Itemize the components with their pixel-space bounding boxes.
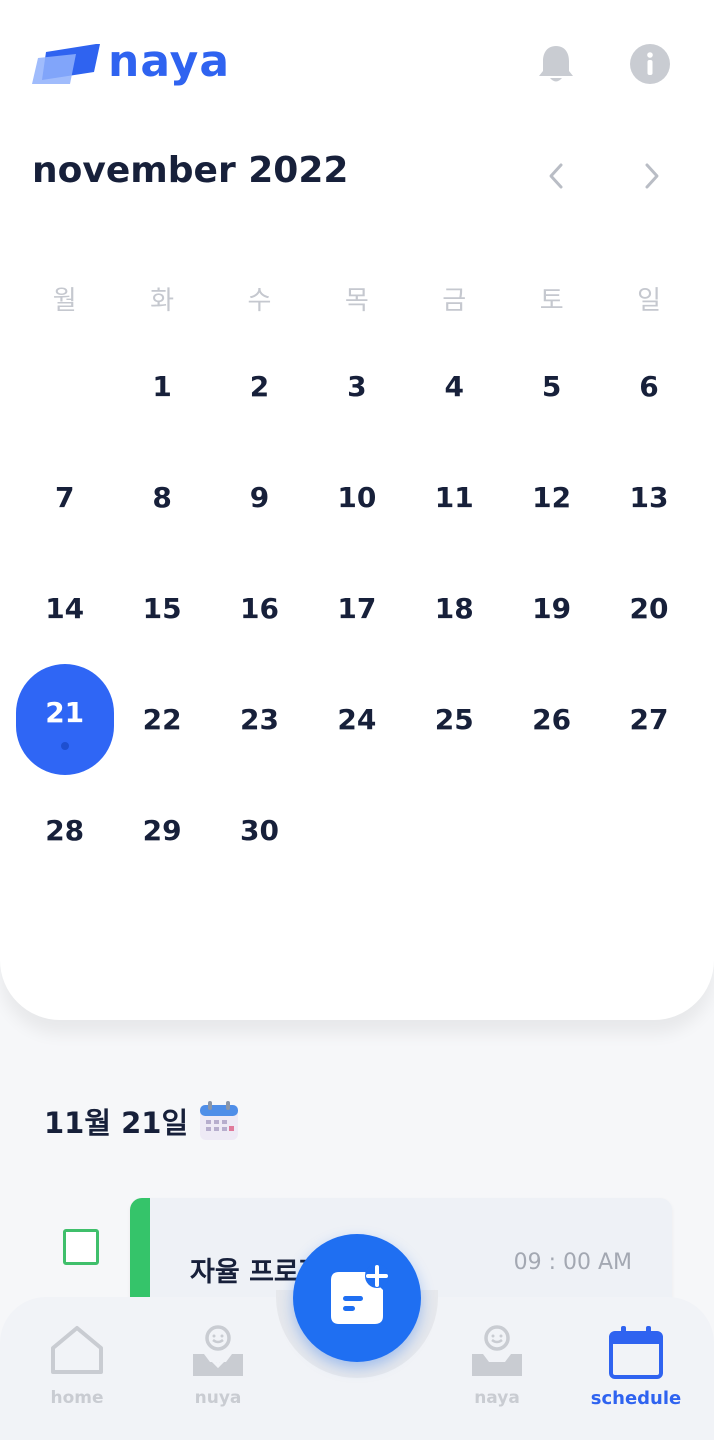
calendar-day-selected[interactable]: 21 [16,664,114,775]
calendar-card: naya november 2022 월 화 수 목 금 토 일 1 2 3 4… [0,0,714,1020]
calendar-day[interactable]: 29 [113,775,210,886]
selected-date-heading: 11월 21일 [44,1100,240,1142]
calendar-day[interactable]: 2 [211,331,308,442]
selected-date-text: 11월 21일 [44,1106,189,1140]
calendar-emoji-icon [200,1101,239,1140]
next-month-chevron-icon[interactable] [632,156,672,196]
calendar-day[interactable]: 6 [600,331,697,442]
nav-naya[interactable]: naya [442,1320,552,1420]
weekday-label: 월 [52,286,77,316]
prev-month-chevron-icon[interactable] [536,156,576,196]
calendar-day[interactable]: 23 [211,664,308,775]
calendar-day[interactable]: 4 [406,331,503,442]
nav-naya-label: naya [474,1388,520,1408]
add-note-button[interactable] [293,1234,421,1362]
calendar-day[interactable]: 3 [308,331,405,442]
calendar-day[interactable]: 18 [406,553,503,664]
calendar-day[interactable]: 5 [503,331,600,442]
calendar-day[interactable]: 16 [211,553,308,664]
nav-schedule[interactable]: schedule [581,1320,691,1420]
calendar-day[interactable]: 8 [113,442,210,553]
home-icon [51,1326,103,1374]
calendar-day[interactable]: 22 [113,664,210,775]
weekday-label: 화 [150,286,175,316]
calendar-day[interactable]: 26 [503,664,600,775]
weekday-label: 수 [247,286,272,316]
calendar-day[interactable]: 15 [113,553,210,664]
calendar-day[interactable]: 17 [308,553,405,664]
event-dot-indicator [61,742,69,750]
calendar-day[interactable]: 7 [16,442,113,553]
naya-inbox-icon [472,1325,522,1376]
calendar-week: 7 8 9 10 11 12 13 [16,442,698,553]
calendar-day[interactable]: 20 [600,553,697,664]
calendar-day[interactable]: 9 [211,442,308,553]
calendar-day[interactable]: 13 [600,442,697,553]
nav-schedule-label: schedule [590,1388,682,1409]
calendar-day[interactable]: 19 [503,553,600,664]
task-checkbox[interactable] [63,1229,99,1265]
calendar-day[interactable]: 24 [308,664,405,775]
calendar-day[interactable]: 1 [113,331,210,442]
calendar-week: 28 29 30 [16,775,698,886]
bell-icon[interactable] [534,42,578,86]
nav-home-label: home [50,1388,104,1408]
calendar-week: 21 22 23 24 25 26 27 [16,664,698,775]
logo-mark-icon [32,44,100,84]
calendar-day[interactable]: 27 [600,664,697,775]
app-logo: naya [32,36,252,88]
calendar-grid: 1 2 3 4 5 6 7 8 9 10 11 12 13 14 15 16 1… [16,331,698,886]
weekday-label: 토 [539,286,564,316]
info-icon[interactable] [628,42,672,86]
calendar-day[interactable]: 28 [16,775,113,886]
calendar-day[interactable]: 14 [16,553,113,664]
calendar-day[interactable]: 25 [406,664,503,775]
calendar-week: 1 2 3 4 5 6 [16,331,698,442]
calendar-day[interactable]: 10 [308,442,405,553]
calendar-week: 14 15 16 17 18 19 20 [16,553,698,664]
weekday-label: 금 [442,286,467,316]
nav-nuya-label: nuya [194,1388,242,1408]
task-time: 09 : 00 AM [513,1250,632,1275]
add-note-icon [331,1264,389,1324]
calendar-day[interactable]: 11 [406,442,503,553]
weekday-label: 일 [637,286,661,316]
calendar-day[interactable]: 12 [503,442,600,553]
weekday-label: 목 [344,286,369,316]
calendar-day[interactable]: 30 [211,775,308,886]
logo-text: naya [108,36,231,87]
calendar-icon [609,1326,663,1379]
weekday-header: 월 화 수 목 금 토 일 [16,280,698,320]
nav-home[interactable]: home [22,1320,132,1420]
month-title: november 2022 [32,150,349,191]
nuya-inbox-icon [193,1325,243,1376]
selected-day-number: 21 [45,696,85,729]
nav-nuya[interactable]: nuya [163,1320,273,1420]
